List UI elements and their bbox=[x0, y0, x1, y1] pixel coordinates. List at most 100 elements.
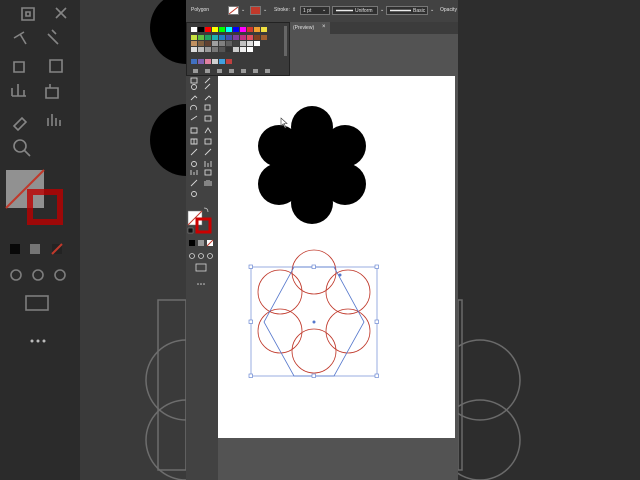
color-swatch[interactable] bbox=[219, 47, 225, 52]
color-swatch[interactable] bbox=[233, 35, 239, 40]
default-colors-icon bbox=[187, 227, 194, 234]
black-flower-shape[interactable] bbox=[258, 106, 366, 224]
swatch-panel-footer-icon[interactable] bbox=[265, 69, 270, 73]
color-swatch[interactable] bbox=[226, 59, 232, 64]
bbox-handle-right bbox=[374, 319, 379, 324]
corner-widget-icon bbox=[338, 273, 342, 277]
color-swatch[interactable] bbox=[205, 47, 211, 52]
mesh-tool-icon bbox=[190, 138, 198, 145]
artboard[interactable] bbox=[218, 76, 455, 438]
warp-tool-icon bbox=[190, 115, 198, 121]
bbox-handle-top-right bbox=[374, 264, 379, 269]
color-swatch[interactable] bbox=[205, 59, 211, 64]
color-swatch[interactable] bbox=[191, 47, 197, 52]
tools-panel bbox=[186, 76, 218, 480]
bbox-handle-top-left bbox=[248, 264, 253, 269]
color-swatch[interactable] bbox=[219, 41, 225, 46]
profile-chevron-icon[interactable]: ⌄ bbox=[380, 7, 384, 13]
color-swatch[interactable] bbox=[226, 47, 232, 52]
swatch-panel-footer-icon[interactable] bbox=[217, 69, 222, 73]
draw-behind-icon bbox=[198, 253, 204, 259]
color-swatch[interactable] bbox=[191, 41, 197, 46]
color-swatch[interactable] bbox=[233, 47, 239, 52]
stroke-dropdown-chevron-icon[interactable]: ⌄ bbox=[263, 7, 267, 13]
brush-chevron-icon[interactable]: ⌄ bbox=[430, 7, 434, 13]
color-swatch[interactable] bbox=[212, 27, 218, 32]
color-swatch[interactable] bbox=[205, 27, 211, 32]
color-swatch[interactable] bbox=[198, 35, 204, 40]
color-swatch[interactable] bbox=[240, 41, 246, 46]
zoom-tool-icon bbox=[191, 191, 197, 197]
color-mode-icon bbox=[189, 240, 195, 246]
close-tab-icon[interactable]: × bbox=[322, 24, 326, 30]
color-swatch[interactable] bbox=[205, 35, 211, 40]
color-swatch[interactable] bbox=[240, 47, 246, 52]
color-swatch[interactable] bbox=[254, 27, 260, 32]
color-swatch[interactable] bbox=[247, 47, 253, 52]
opacity-label[interactable]: Opacity bbox=[440, 7, 457, 13]
color-swatch[interactable] bbox=[198, 41, 204, 46]
color-swatch[interactable] bbox=[261, 27, 267, 32]
color-swatch[interactable] bbox=[247, 35, 253, 40]
color-swatch[interactable] bbox=[219, 35, 225, 40]
color-swatch[interactable] bbox=[219, 27, 225, 32]
swatch-panel-footer-icon[interactable] bbox=[229, 69, 234, 73]
color-swatch[interactable] bbox=[254, 41, 260, 46]
brush-definition[interactable]: Basic bbox=[386, 6, 428, 15]
color-swatch[interactable] bbox=[212, 59, 218, 64]
color-swatch[interactable] bbox=[240, 27, 246, 32]
swatch-panel-footer-icon[interactable] bbox=[205, 69, 210, 73]
variable-width-profile[interactable]: Uniform bbox=[332, 6, 378, 15]
color-swatch[interactable] bbox=[212, 47, 218, 52]
fill-color-control[interactable] bbox=[228, 6, 239, 15]
color-swatch[interactable] bbox=[198, 27, 204, 32]
swatches-dropdown-panel bbox=[186, 22, 290, 76]
bbox-handle-bottom-left bbox=[248, 373, 253, 378]
color-swatch[interactable] bbox=[191, 27, 197, 32]
gradient-tool-icon bbox=[204, 138, 212, 145]
color-swatch[interactable] bbox=[233, 41, 239, 46]
fill-dropdown-chevron-icon[interactable]: ⌄ bbox=[241, 7, 245, 13]
color-swatch[interactable] bbox=[261, 35, 267, 40]
color-swatch[interactable] bbox=[191, 35, 197, 40]
graph-tool-icon bbox=[190, 170, 198, 175]
pasteboard bbox=[455, 34, 458, 480]
document-tab[interactable]: (Preview) × bbox=[290, 22, 330, 34]
color-swatch[interactable] bbox=[191, 59, 197, 64]
bbox-handle-bottom bbox=[311, 373, 316, 378]
swatch-panel-footer-icon[interactable] bbox=[193, 69, 198, 73]
stroke-weight-chevron-icon[interactable]: ⌄ bbox=[322, 7, 326, 13]
bbox-handle-left bbox=[248, 319, 253, 324]
color-swatch[interactable] bbox=[226, 35, 232, 40]
paintbrush-tool-icon bbox=[204, 83, 211, 90]
color-swatch[interactable] bbox=[247, 27, 253, 32]
color-swatch[interactable] bbox=[240, 35, 246, 40]
color-swatch[interactable] bbox=[198, 47, 204, 52]
swatch-scrollbar[interactable] bbox=[284, 26, 287, 56]
swap-fill-stroke-icon bbox=[203, 207, 209, 213]
screen-mode-icon bbox=[195, 263, 207, 272]
stroke-stepper-icon[interactable]: ⇕ bbox=[292, 7, 296, 13]
color-swatch[interactable] bbox=[219, 59, 225, 64]
swatch-panel-footer-icon[interactable] bbox=[241, 69, 246, 73]
color-swatch[interactable] bbox=[226, 41, 232, 46]
color-swatch[interactable] bbox=[212, 35, 218, 40]
color-swatch[interactable] bbox=[205, 41, 211, 46]
symbol-sprayer-tool-icon bbox=[191, 161, 197, 167]
polygon-tool-icon bbox=[190, 77, 198, 84]
color-swatch[interactable] bbox=[233, 27, 239, 32]
swatch-panel-footer-icon[interactable] bbox=[253, 69, 258, 73]
selection-bounding-box[interactable] bbox=[248, 264, 379, 378]
tool-icons bbox=[187, 77, 214, 285]
color-swatch[interactable] bbox=[226, 27, 232, 32]
control-bar: Polygon ⌄ ⌄ Stroke: ⇕ 1 pt ⌄ Uniform ⌄ B… bbox=[186, 0, 458, 23]
stroke-color-control[interactable] bbox=[250, 6, 261, 15]
free-transform-tool-icon bbox=[204, 115, 212, 122]
document-tab-title: (Preview) bbox=[293, 25, 315, 31]
color-swatch[interactable] bbox=[212, 41, 218, 46]
bbox-handle-top bbox=[311, 264, 316, 269]
bbox-handle-bottom-right bbox=[374, 373, 379, 378]
color-swatch[interactable] bbox=[198, 59, 204, 64]
color-swatch[interactable] bbox=[254, 35, 260, 40]
color-swatch[interactable] bbox=[247, 41, 253, 46]
